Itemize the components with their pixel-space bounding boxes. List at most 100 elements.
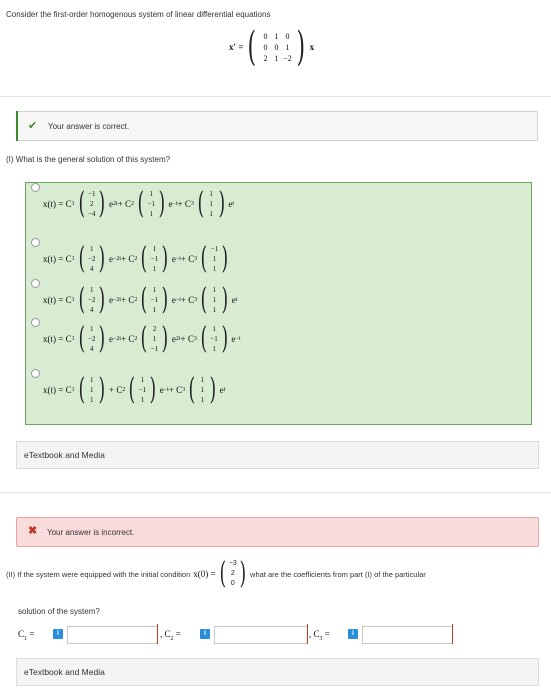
matrix-cell: −2 [283,53,292,63]
vector-entry: 1 [90,396,94,404]
incorrect-status: Your answer is incorrect. [47,528,135,537]
c1-input[interactable] [67,626,158,644]
coefficient-c3: + C [168,385,183,395]
option-radio[interactable] [31,238,40,247]
part1-question: (I) What is the general solution of this… [6,155,171,164]
matrix-cell: 1 [285,42,290,52]
etextbook-media-link[interactable]: eTextbook and Media [16,441,539,469]
vector-entry: 1 [200,376,205,384]
eigenvector-3: (1 1 1) [197,186,225,221]
matrix-cell: 0 [285,31,290,41]
vector-entry: 1 [152,306,157,314]
vector-entry: 1 [200,396,205,404]
vector-entry: 1 [212,255,217,263]
etextbook-label: eTextbook and Media [24,667,105,677]
coefficient-c2: + C [109,385,123,395]
eigenvector-2: (1 −1 1) [137,186,165,221]
error-marker [307,624,308,644]
correct-status: Your answer is correct. [48,122,130,131]
vector-entry: 4 [90,265,94,273]
info-icon[interactable]: i [200,629,210,639]
vector-entry: −1 [150,255,159,263]
vector-entry: 1 [140,376,145,384]
vector-entry: −1 [147,200,155,208]
exp-power: −t [235,336,241,342]
matrix-cell: 0 [263,31,268,41]
vector-entry: −4 [88,210,96,218]
initial-condition-vector: ( −3 2 0 ) [219,556,247,591]
vector-entry: 1 [149,190,154,198]
incorrect-banner: ✖ Your answer is incorrect. [16,517,539,547]
option-radio[interactable] [31,369,40,378]
exp-power: t [235,297,238,303]
vector-entry: 1 [200,386,205,394]
system-lhs: x′ = [229,42,244,52]
correct-banner: ✔ Your answer is correct. [16,111,538,141]
option-solution: x(t) = C 1(1 1 1) + C 2(1 −1 1) e −t + C 3(1 1 1) e t [43,372,226,407]
vector-entry: 1 [140,396,145,404]
eigenvector-2: (1 −1 1) [128,372,157,407]
exp-power: t [223,387,226,393]
option-radio[interactable] [31,318,40,327]
etextbook-media-link[interactable]: eTextbook and Media [16,658,539,686]
coefficient-c2: + C [121,295,135,305]
vector-entry: 1 [90,386,94,394]
eigenvector-1: (1 1 1) [78,372,106,407]
exp-power: −2t [113,336,122,342]
c3-input[interactable] [362,626,453,644]
c2-input[interactable] [214,626,308,644]
vector-entry: 1 [212,325,216,333]
banner-accent [16,111,18,141]
coefficient-c2: + C [121,254,135,264]
vector-entry: 1 [152,265,157,273]
option-solution: x(t) = C 1(1 −2 4) e −2t + C 2(1 −1 1) e −t + C 3(−1 1… [43,244,232,274]
c2-label: , C [160,629,171,639]
solution-lhs: x(t) = C [43,295,72,305]
vector-entry: −2 [88,255,96,263]
vector-entry: 1 [90,376,94,384]
vector-entry: 1 [152,335,157,343]
info-icon[interactable]: i [348,629,358,639]
vector-entry: 1 [149,210,154,218]
vector-entry: −1 [210,245,219,253]
vector-entry: −1 [210,335,218,343]
error-marker [452,624,453,644]
coefficient-c3: + C [177,199,191,209]
eigenvector-2: (1 −1 1) [141,282,169,317]
option-radio[interactable] [31,183,40,192]
option-radio[interactable] [31,279,40,288]
section-divider [0,96,551,97]
vector-entry: 1 [212,286,217,294]
vector-entry: −2 [88,296,96,304]
info-icon[interactable]: i [53,629,63,639]
coefficient-matrix: ( 0 1 0 0 0 1 2 1 −2 ) [247,24,306,70]
vector-entry: 1 [212,265,217,273]
exp-power: t [232,201,234,207]
vector-entry: 1 [90,245,94,253]
vector-entry: 1 [212,345,216,353]
coefficient-c3: + C [180,334,194,344]
eigenvector-3: (−1 1 1) [200,241,229,276]
vector-entry: −1 [150,296,159,304]
coefficient-c3: + C [180,295,195,305]
eigenvector-1: (1 −2 4) [78,282,106,317]
coefficient-c2: + C [117,199,132,209]
section-divider [0,492,551,493]
system-rhs: x [309,42,315,52]
solution-lhs: x(t) = C [43,199,72,209]
error-marker [157,624,158,644]
c3-label: , C [309,629,320,639]
eigenvector-3: (1 1 1) [188,372,217,407]
matrix-cell: 1 [274,53,279,63]
vector-entry: 1 [212,306,217,314]
vector-entry: 4 [90,345,94,353]
option-solution: x(t) = C 1(1 −2 4) e −2t + C 2(2 1 −1) e 2t + C 3(1 −1… [43,321,241,356]
vector-entry: −1 [88,190,96,198]
part2-question: (II) If the system were equipped with th… [6,556,426,591]
vector-entry: 1 [152,245,157,253]
ic-lhs: x(0) = [193,569,216,579]
vector-entry: 1 [209,200,213,208]
etextbook-label: eTextbook and Media [24,450,105,460]
checkmark-icon: ✔ [28,120,38,132]
coefficient-c2: + C [121,334,135,344]
